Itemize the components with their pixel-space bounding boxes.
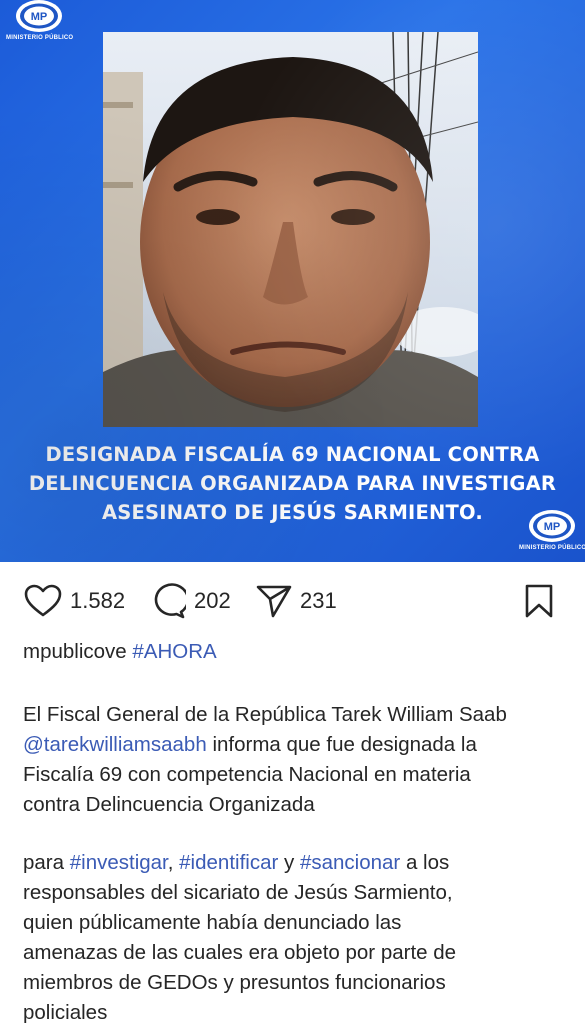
save-button[interactable] [522,578,556,624]
caption-paragraph-2: para #investigar, #identificar y #sancio… [23,848,568,1028]
hashtag-ahora[interactable]: #AHORA [132,640,216,663]
headline-line-2: DELINCUENCIA ORGANIZADA PARA INVESTIGAR [28,472,557,495]
caption-text: informa que fue designada la [206,733,477,756]
caption-line: para #investigar, #identificar y #sancio… [23,848,568,878]
ministerio-publico-logo: MP MINISTERIO PÚBLICO [6,0,74,44]
logo-caption: MINISTERIO PÚBLICO [6,35,74,41]
share-count: 231 [300,588,337,613]
person-photo [103,32,478,427]
caption-line: Fiscalía 69 con competencia Nacional en … [23,763,471,786]
headline-line-3: ASESINATO DE JESÚS SARMIENTO. [101,501,483,524]
heart-icon [24,584,62,617]
username-link[interactable]: mpublicove [23,640,127,663]
post-action-bar: 1.582 202 231 [0,578,585,624]
hashtag-investigar[interactable]: #investigar [70,851,168,874]
caption-text: para [23,851,70,874]
ministerio-publico-logo-bottom: MP MINISTERIO PÚBLICO [519,508,585,554]
caption-line: responsables del sicariato de Jesús Sarm… [23,881,453,904]
caption-line: contra Delincuencia Organizada [23,793,315,816]
logo-letters-bottom: MP [544,521,561,533]
headline-line-1: DESIGNADA FISCALÍA 69 NACIONAL CONTRA [45,443,540,466]
caption-line: quien públicamente había denunciado las [23,911,402,934]
caption-line: El Fiscal General de la República Tarek … [23,703,507,726]
hashtag-identificar[interactable]: #identificar [179,851,278,874]
caption-line: @tarekwilliamsaabh informa que fue desig… [23,730,568,760]
caption-header: mpublicove #AHORA [23,637,568,667]
caption-line: amenazas de las cuales era objeto por pa… [23,941,457,964]
comment-button[interactable]: 202 [148,578,231,624]
logo-letters: MP [31,11,48,23]
caption-text: a los [400,851,450,874]
bookmark-icon [525,584,553,618]
comment-count: 202 [194,588,231,613]
post-headline: DESIGNADA FISCALÍA 69 NACIONAL CONTRA DE… [20,440,565,527]
mention-link[interactable]: @tarekwilliamsaabh [23,733,207,756]
hashtag-sancionar[interactable]: #sancionar [300,851,400,874]
post-image[interactable]: MP MINISTERIO PÚBLICO DESIGNADA FISCALÍA… [0,0,585,562]
share-icon [256,585,292,618]
like-button[interactable]: 1.582 [24,578,125,624]
like-count: 1.582 [70,588,126,613]
caption-text: y [278,851,300,874]
caption-line: miembros de GEDOs y presuntos funcionari… [23,971,446,994]
logo-caption-bottom: MINISTERIO PÚBLICO [519,545,585,551]
caption-text: , [167,851,180,874]
caption-paragraph-1: El Fiscal General de la República Tarek … [23,700,568,820]
comment-icon [154,583,186,619]
share-button[interactable]: 231 [256,578,337,624]
